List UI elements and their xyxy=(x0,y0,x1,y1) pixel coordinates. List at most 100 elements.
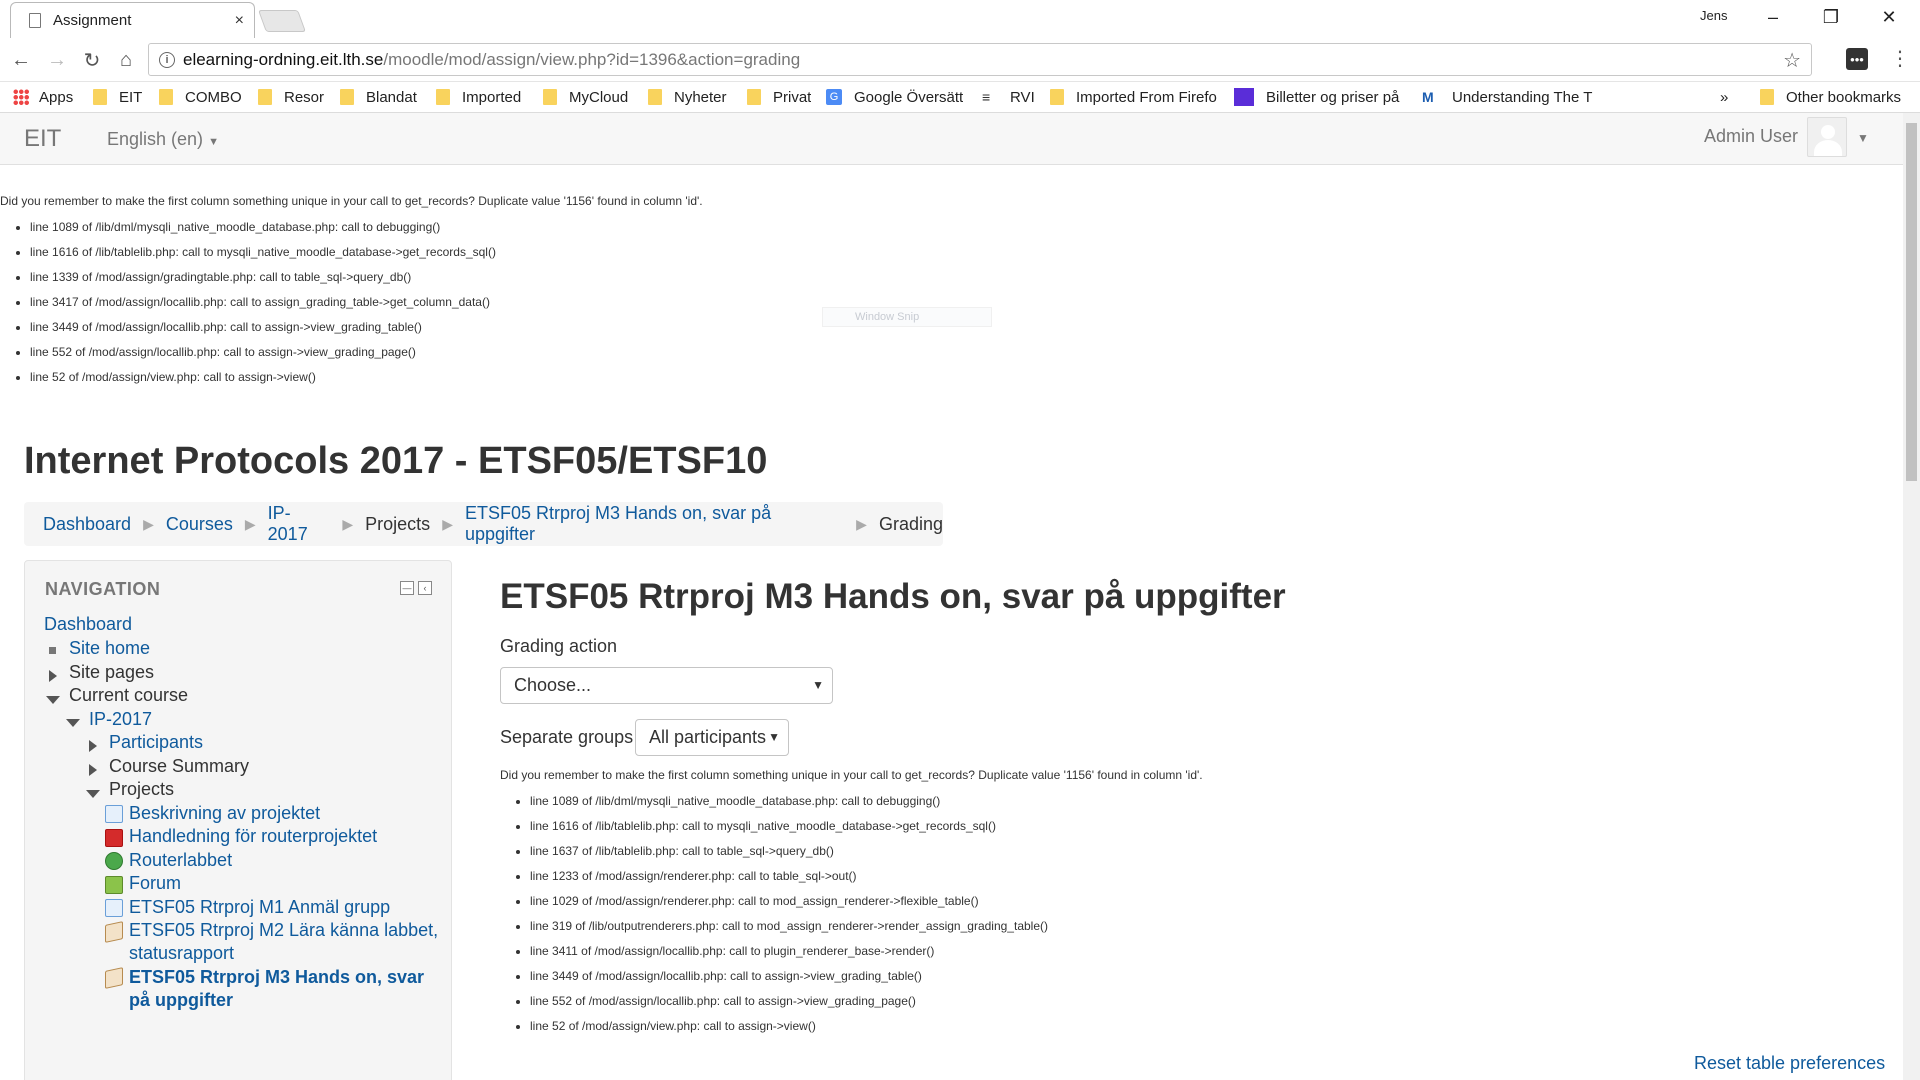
breadcrumb-courses[interactable]: Courses xyxy=(166,514,233,535)
debug-backtrace-line: line 3411 of /mod/assign/locallib.php: c… xyxy=(530,939,1880,964)
separate-groups-value: All participants xyxy=(649,727,767,747)
back-icon[interactable]: ← xyxy=(8,47,34,73)
bookmark-star-icon[interactable]: ☆ xyxy=(1783,48,1801,73)
nav-course-summary[interactable]: Course Summary xyxy=(109,756,249,777)
avatar[interactable] xyxy=(1807,117,1847,157)
expand-arrow-icon[interactable] xyxy=(89,764,97,776)
nav-activity-m1[interactable]: ETSF05 Rtrproj M1 Anmäl grupp xyxy=(129,897,390,918)
collapse-arrow-icon[interactable] xyxy=(46,696,60,704)
nav-activity-beskrivning[interactable]: Beskrivning av projektet xyxy=(129,803,320,824)
breadcrumb-separator-icon: ▶ xyxy=(244,515,256,532)
site-favicon-icon: M xyxy=(1422,89,1434,105)
nav-activity-forum[interactable]: Forum xyxy=(129,873,181,894)
moodle-navbar: EIT English (en) ▼ Admin User ▼ xyxy=(0,113,1903,165)
home-icon[interactable]: ⌂ xyxy=(113,47,139,73)
nav-dashboard[interactable]: Dashboard xyxy=(44,614,132,635)
browser-toolbar: ← → ↻ ⌂ i elearning-ordning.eit.lth.se/m… xyxy=(0,38,1920,82)
grading-action-select[interactable]: Choose... ▼ xyxy=(500,667,833,704)
nav-current-course[interactable]: Current course xyxy=(69,685,188,706)
bookmark-other[interactable]: Other bookmarks xyxy=(1760,87,1901,107)
course-title: Internet Protocols 2017 - ETSF05/ETSF10 xyxy=(24,440,768,482)
debug-backtrace-line: line 1616 of /lib/tablelib.php: call to … xyxy=(530,814,1880,839)
breadcrumb-separator-icon: ▶ xyxy=(143,515,154,532)
bookmarks-overflow-button[interactable]: » xyxy=(1720,87,1728,107)
user-menu-name[interactable]: Admin User xyxy=(1704,126,1798,147)
google-translate-icon: G xyxy=(826,89,842,105)
debug-backtrace-line: line 1637 of /lib/tablelib.php: call to … xyxy=(530,839,1880,864)
minimize-icon[interactable]: – xyxy=(1748,4,1798,30)
bookmark-imported[interactable]: Imported xyxy=(436,87,521,107)
separate-groups-select[interactable]: All participants ▼ xyxy=(635,719,789,756)
extension-icon[interactable]: ••• xyxy=(1846,48,1868,70)
collapse-arrow-icon[interactable] xyxy=(86,790,100,798)
block-collapse-icon[interactable]: ‹ xyxy=(418,581,432,595)
reload-icon[interactable]: ↻ xyxy=(79,47,105,73)
breadcrumb-separator-icon: ▶ xyxy=(442,515,453,532)
moodle-page: EIT English (en) ▼ Admin User ▼ Did you … xyxy=(0,113,1903,1080)
nav-projects[interactable]: Projects xyxy=(109,779,174,800)
reset-table-preferences-link[interactable]: Reset table preferences xyxy=(1694,1053,1885,1074)
forward-icon[interactable]: → xyxy=(44,47,70,73)
language-menu[interactable]: English (en) ▼ xyxy=(107,129,219,150)
window-profile-name[interactable]: Jens xyxy=(1700,8,1727,23)
page-scrollbar[interactable] xyxy=(1903,113,1920,1080)
nav-course-ip2017[interactable]: IP-2017 xyxy=(89,709,152,730)
bookmark-billetter[interactable]: Billetter og priser på xyxy=(1234,87,1406,107)
bookmark-eit[interactable]: EIT xyxy=(93,87,142,107)
bookmark-google-translate[interactable]: G Google Översätt xyxy=(826,87,963,107)
breadcrumb-dashboard[interactable]: Dashboard xyxy=(43,514,131,535)
breadcrumb-assignment[interactable]: ETSF05 Rtrproj M3 Hands on, svar på uppg… xyxy=(465,503,844,545)
nav-activity-routerlabbet[interactable]: Routerlabbet xyxy=(129,850,232,871)
nav-activity-m3-current-cont[interactable]: på uppgifter xyxy=(129,990,233,1011)
bookmark-mycloud[interactable]: MyCloud xyxy=(543,87,628,107)
nav-activity-m3-current[interactable]: ETSF05 Rtrproj M3 Hands on, svar xyxy=(129,967,424,988)
breadcrumb: Dashboard ▶ Courses ▶ IP-2017 ▶ Projects… xyxy=(24,502,943,546)
nav-participants[interactable]: Participants xyxy=(109,732,203,753)
browser-menu-icon[interactable]: ⋮ xyxy=(1890,46,1910,71)
assignment-icon xyxy=(105,921,123,943)
breadcrumb-course[interactable]: IP-2017 xyxy=(268,503,331,545)
bookmark-imported-firefox[interactable]: Imported From Firefo xyxy=(1050,87,1222,107)
nav-site-pages[interactable]: Site pages xyxy=(69,662,154,683)
separate-groups-label: Separate groups xyxy=(500,727,634,747)
bookmark-combo[interactable]: COMBO xyxy=(159,87,242,107)
bookmark-blandat[interactable]: Blandat xyxy=(340,87,417,107)
breadcrumb-separator-icon: ▶ xyxy=(856,515,867,532)
expand-arrow-icon[interactable] xyxy=(49,670,57,682)
pdf-file-icon xyxy=(105,829,123,847)
scrollbar-thumb[interactable] xyxy=(1906,123,1917,481)
debug-backtrace-line: line 52 of /mod/assign/view.php: call to… xyxy=(30,365,1000,390)
debug-backtrace-line: line 552 of /mod/assign/locallib.php: ca… xyxy=(530,989,1880,1014)
bookmark-rvi[interactable]: ≡ RVI xyxy=(982,87,1035,107)
new-tab-button[interactable] xyxy=(257,10,307,32)
bookmark-understanding[interactable]: M Understanding The T xyxy=(1422,87,1594,107)
user-menu-caret-icon[interactable]: ▼ xyxy=(1857,131,1869,145)
folder-icon xyxy=(1050,89,1064,105)
close-window-icon[interactable]: ✕ xyxy=(1864,4,1914,30)
bookmark-resor[interactable]: Resor xyxy=(258,87,324,107)
folder-icon xyxy=(258,89,272,105)
block-dock-icon[interactable]: — xyxy=(400,581,414,595)
folder-icon xyxy=(93,89,107,105)
site-brand[interactable]: EIT xyxy=(24,125,61,153)
folder-icon xyxy=(543,89,557,105)
window-snip-overlay: Window Snip xyxy=(822,307,992,327)
bookmark-apps[interactable]: Apps xyxy=(13,87,73,107)
bookmark-privat[interactable]: Privat xyxy=(747,87,811,107)
nav-activity-handledning[interactable]: Handledning för routerprojektet xyxy=(129,826,377,847)
nav-activity-m2-cont[interactable]: statusrapport xyxy=(129,943,234,964)
browser-tab-assignment[interactable]: Assignment × xyxy=(10,2,255,38)
nav-activity-m2[interactable]: ETSF05 Rtrproj M2 Lära känna labbet, xyxy=(129,920,438,941)
folder-icon xyxy=(436,89,450,105)
debug-backtrace-line: line 1089 of /lib/dml/mysqli_native_mood… xyxy=(530,789,1880,814)
breadcrumb-grading: Grading xyxy=(878,513,943,534)
restore-icon[interactable]: ❐ xyxy=(1806,4,1856,30)
bookmark-nyheter[interactable]: Nyheter xyxy=(648,87,727,107)
site-info-icon[interactable]: i xyxy=(159,51,175,68)
document-icon xyxy=(29,13,41,28)
expand-arrow-icon[interactable] xyxy=(89,740,97,752)
collapse-arrow-icon[interactable] xyxy=(66,719,80,727)
close-tab-icon[interactable]: × xyxy=(235,12,244,30)
nav-site-home[interactable]: Site home xyxy=(69,638,150,659)
address-bar[interactable]: i elearning-ordning.eit.lth.se/moodle/mo… xyxy=(148,43,1812,76)
